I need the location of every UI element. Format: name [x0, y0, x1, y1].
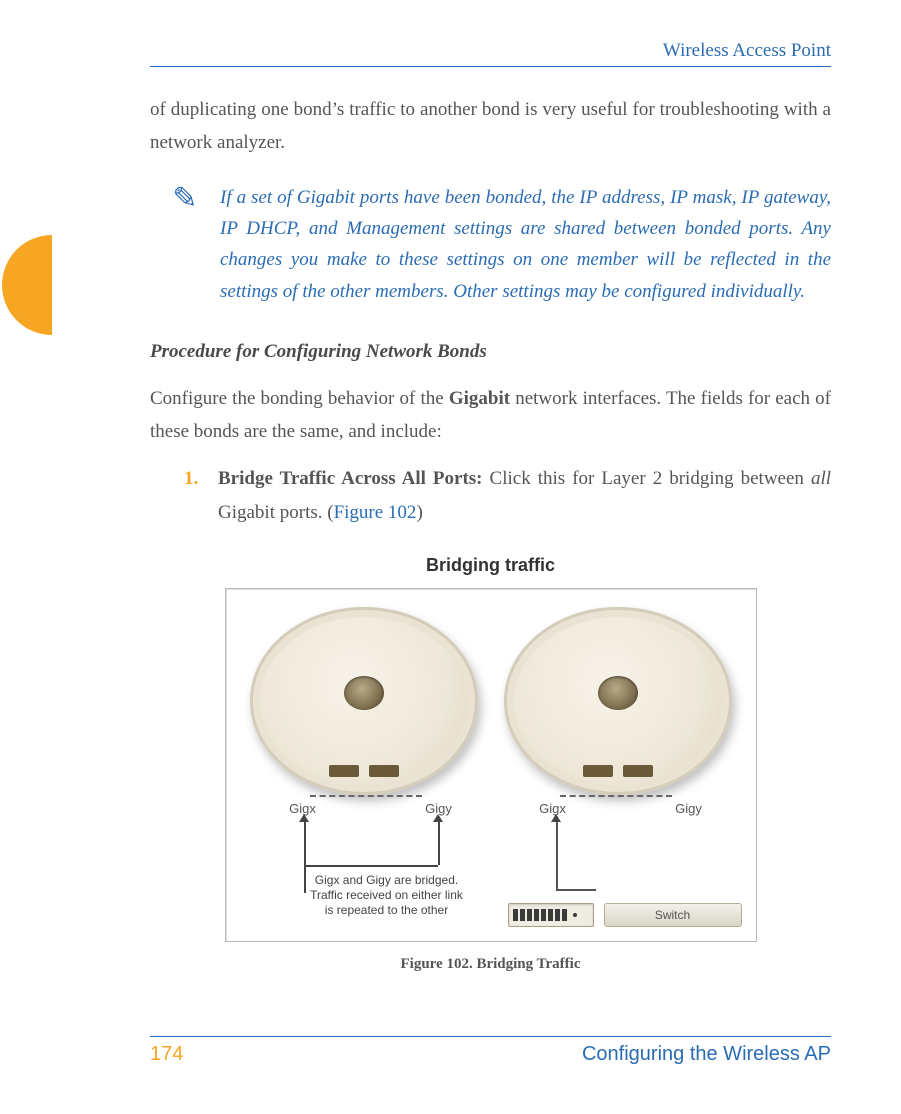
switch-label: Switch	[604, 903, 742, 927]
running-header: Wireless Access Point	[150, 40, 831, 67]
step-text-b: Gigabit ports. (	[218, 502, 334, 523]
switch-row: Switch	[508, 903, 742, 927]
step-bold: Bridge Traffic Across All Ports:	[218, 468, 490, 489]
intro-paragraph: of duplicating one bond’s traffic to ano…	[150, 93, 831, 160]
step-text-close: )	[416, 502, 422, 523]
page-number: 174	[150, 1043, 183, 1066]
switch-panel-icon	[508, 903, 594, 927]
ap-device-left	[250, 607, 478, 795]
bridging-diagram: Gigx Gigy Gigx Gigy Gigx and Gigy are br…	[225, 588, 757, 942]
callout-line-2: Traffic received on either link	[310, 888, 463, 902]
section-heading: Procedure for Configuring Network Bonds	[150, 341, 831, 363]
step-text-a: Click this for Layer 2 bridging between	[490, 468, 811, 489]
callout-line-1: Gigx and Gigy are bridged.	[315, 873, 458, 887]
callout-line-3: is repeated to the other	[325, 903, 448, 917]
note-block: ✎ If a set of Gigabit ports have been bo…	[150, 182, 831, 307]
footer-section: Configuring the Wireless AP	[582, 1043, 831, 1066]
proc-intro-bold: Gigabit	[449, 388, 510, 409]
step-1: 1. Bridge Traffic Across All Ports: Clic…	[184, 462, 831, 529]
note-text: If a set of Gigabit ports have been bond…	[220, 182, 831, 307]
page-footer: 174 Configuring the Wireless AP	[150, 1036, 831, 1066]
figure-caption: Figure 102. Bridging Traffic	[150, 956, 831, 973]
procedure-intro: Configure the bonding behavior of the Gi…	[150, 382, 831, 449]
step-italic: all	[811, 468, 831, 489]
diagram-callout: Gigx and Gigy are bridged. Traffic recei…	[286, 873, 488, 918]
port-label-4: Gigy	[664, 801, 714, 816]
step-number: 1.	[184, 462, 198, 495]
figure-link[interactable]: Figure 102	[334, 502, 417, 523]
figure-title: Bridging traffic	[150, 555, 831, 576]
note-pencil-icon: ✎	[150, 182, 220, 307]
proc-intro-pre: Configure the bonding behavior of the	[150, 388, 449, 409]
thumb-tab	[0, 235, 52, 335]
ap-device-right	[504, 607, 732, 795]
